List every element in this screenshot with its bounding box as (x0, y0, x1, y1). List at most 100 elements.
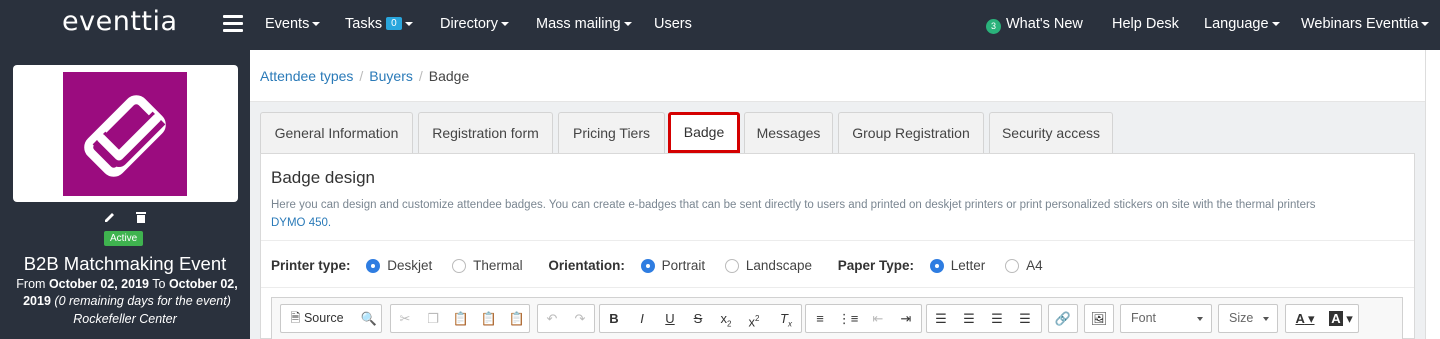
toolbar-group-lists: ≡ ⋮≡ ⇤ ⇥ (805, 304, 922, 333)
superscript-button[interactable]: x2 (740, 305, 768, 332)
undo-icon[interactable]: ↶ (538, 305, 566, 332)
strikethrough-button[interactable]: S (684, 305, 712, 332)
toolbar-group-basicstyles: B I U S x2 x2 Tx (599, 304, 802, 333)
badge-panel: Badge design Here you can design and cus… (260, 153, 1415, 339)
panel-description: Here you can design and customize attend… (271, 196, 1401, 232)
nav-whats-new[interactable]: 3 What's New (986, 16, 1083, 34)
text-color-glyph: A (1295, 311, 1305, 326)
radio-portrait-control[interactable] (640, 259, 655, 273)
breadcrumb-attendee-types[interactable]: Attendee types (260, 68, 353, 84)
paste-word-icon[interactable]: 📋 (503, 305, 531, 332)
date-from-label: From (16, 277, 46, 291)
breadcrumb-buyers[interactable]: Buyers (369, 68, 413, 84)
source-button[interactable]: 🗎 Source (281, 305, 353, 332)
radio-letter-control[interactable] (929, 259, 944, 273)
radio-portrait-label: Portrait (661, 258, 706, 273)
remove-format-button[interactable]: Tx (772, 305, 800, 332)
paste-icon[interactable]: 📋 (447, 305, 475, 332)
nav-account[interactable]: Webinars Eventtia (1301, 16, 1430, 32)
radio-thermal[interactable]: Thermal (452, 258, 523, 273)
text-color-button[interactable]: A ▾ (1288, 305, 1322, 332)
preview-button[interactable]: 🔍 (355, 305, 383, 332)
trash-icon[interactable] (135, 210, 146, 226)
redo-icon[interactable]: ↷ (566, 305, 594, 332)
radio-landscape-control[interactable] (724, 259, 739, 273)
radio-portrait[interactable]: Portrait (640, 258, 706, 273)
subscript-mark: 2 (727, 319, 732, 329)
breadcrumb-separator: / (359, 68, 364, 84)
nav-mass-mailing-label: Mass mailing (536, 16, 621, 32)
radio-deskjet[interactable]: Deskjet (366, 258, 432, 273)
printer-type-label: Printer type: (271, 258, 351, 273)
orientation-label: Orientation: (548, 258, 625, 273)
source-label: Source (303, 311, 344, 325)
whats-new-label: What's New (1006, 16, 1083, 32)
image-icon[interactable]: 🖼 (1085, 305, 1113, 332)
radio-landscape[interactable]: Landscape (724, 258, 812, 273)
size-select[interactable]: Size (1218, 304, 1278, 333)
tab-security-access[interactable]: Security access (989, 112, 1113, 154)
chevron-down-icon (404, 22, 413, 27)
orientation-group: Orientation: Portrait Landscape (548, 258, 828, 273)
background-color-button[interactable]: A ▾ (1324, 305, 1358, 332)
outdent-icon[interactable]: ⇤ (864, 305, 892, 332)
font-select[interactable]: Font (1120, 304, 1212, 333)
numbered-list-icon[interactable]: ≡ (806, 305, 834, 332)
language-label: Language (1204, 16, 1269, 32)
edit-pencil-icon[interactable] (104, 210, 116, 226)
event-logo-image (63, 72, 187, 196)
checkmark-logo-icon (84, 95, 166, 177)
breadcrumb: Attendee types / Buyers / Badge (260, 68, 469, 84)
nav-mass-mailing[interactable]: Mass mailing (536, 16, 632, 32)
tab-pricing-tiers[interactable]: Pricing Tiers (558, 112, 665, 154)
bold-button[interactable]: B (600, 305, 628, 332)
chevron-down-icon (312, 22, 321, 27)
indent-icon[interactable]: ⇥ (892, 305, 920, 332)
toolbar-group-history: ↶ ↷ (537, 304, 595, 333)
event-image-card (13, 65, 238, 202)
align-center-icon[interactable]: ☰ (955, 305, 983, 332)
nav-language[interactable]: Language (1204, 16, 1280, 32)
bold-glyph: B (609, 311, 619, 326)
align-justify-icon[interactable]: ☰ (1011, 305, 1039, 332)
nav-help-desk[interactable]: Help Desk (1112, 16, 1179, 32)
toolbar-group-insert: 🖼 (1084, 304, 1114, 333)
radio-letter[interactable]: Letter (929, 258, 985, 273)
paper-type-group: Paper Type: Letter A4 (838, 258, 1059, 273)
nav-directory[interactable]: Directory (440, 16, 510, 32)
event-sidebar: Active B2B Matchmaking Event From Octobe… (0, 50, 250, 339)
cut-icon[interactable]: ✂ (391, 305, 419, 332)
date-to-label: To (152, 277, 166, 291)
radio-thermal-control[interactable] (452, 259, 467, 273)
dymo-link[interactable]: DYMO 450. (271, 217, 331, 229)
align-right-icon[interactable]: ☰ (983, 305, 1011, 332)
tab-general-information[interactable]: General Information (260, 112, 413, 154)
underline-button[interactable]: U (656, 305, 684, 332)
hamburger-menu-icon[interactable] (223, 15, 243, 33)
tab-messages[interactable]: Messages (744, 112, 833, 154)
tab-badge[interactable]: Badge (668, 112, 740, 153)
chevron-down-icon (623, 22, 632, 27)
toolbar-group-document: 🗎 Source 🔍 (280, 304, 382, 333)
radio-deskjet-control[interactable] (366, 259, 381, 273)
subscript-button[interactable]: x2 (712, 305, 740, 332)
radio-a4[interactable]: A4 (1005, 258, 1043, 273)
bulleted-list-icon[interactable]: ⋮≡ (834, 305, 862, 332)
badge-options: Printer type: Deskjet Thermal Orientatio… (271, 258, 1065, 273)
link-icon[interactable]: 🔗 (1049, 305, 1077, 332)
nav-tasks-label: Tasks (345, 16, 383, 32)
nav-events[interactable]: Events (265, 16, 321, 32)
paste-text-icon[interactable]: 📋 (475, 305, 503, 332)
tab-registration-form[interactable]: Registration form (418, 112, 553, 154)
italic-button[interactable]: I (628, 305, 656, 332)
description-text: Here you can design and customize attend… (271, 199, 1316, 211)
radio-a4-control[interactable] (1005, 259, 1020, 273)
nav-users[interactable]: Users (654, 16, 692, 32)
align-left-icon[interactable]: ☰ (927, 305, 955, 332)
underline-glyph: U (665, 311, 675, 326)
copy-icon[interactable]: ❐ (419, 305, 447, 332)
nav-tasks[interactable]: Tasks 0 (345, 16, 413, 32)
scrollbar[interactable] (1425, 50, 1440, 339)
tab-group-registration[interactable]: Group Registration (838, 112, 984, 154)
eventtia-logo[interactable]: eventtia (62, 6, 178, 37)
